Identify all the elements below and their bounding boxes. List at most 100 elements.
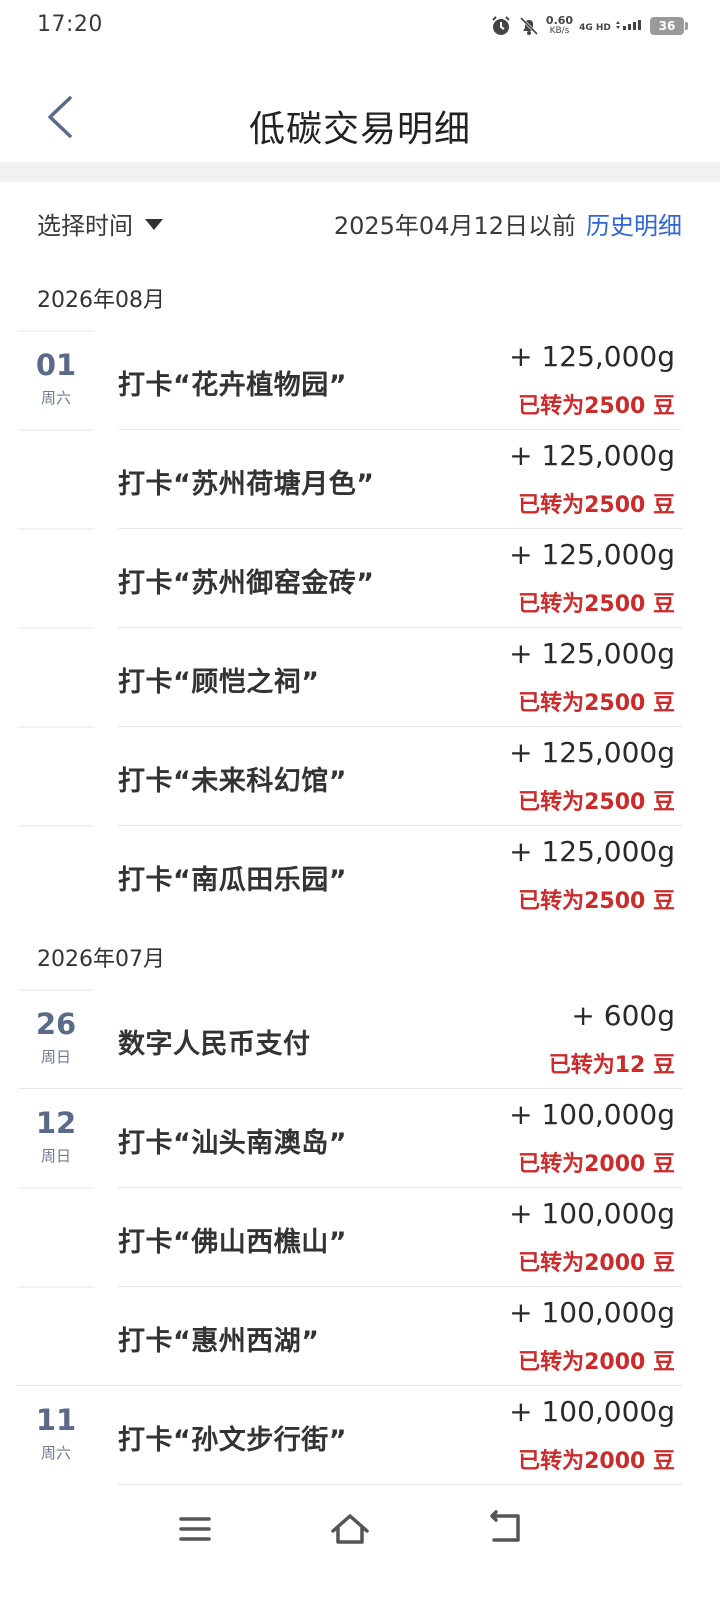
item-converted: 已转为2500 豆 — [518, 394, 675, 419]
alarm-icon — [490, 15, 512, 37]
status-time: 17:20 — [37, 12, 103, 37]
date-note: 2025年04月12日以前 — [333, 212, 576, 240]
menu-button[interactable] — [165, 1504, 225, 1554]
list-item[interactable]: 打卡“未来科幻馆” + 125,000g 已转为2500 豆 — [0, 726, 720, 825]
item-amount: + 100,000g — [509, 1197, 675, 1230]
signal-icon — [616, 19, 641, 30]
item-converted: 已转为2500 豆 — [518, 691, 675, 716]
menu-icon — [179, 1517, 211, 1541]
item-title: 打卡“未来科幻馆” — [118, 766, 347, 797]
item-title: 打卡“汕头南澳岛” — [118, 1128, 347, 1159]
date-column — [18, 1187, 94, 1286]
item-title: 数字人民币支付 — [118, 1029, 311, 1060]
item-title: 打卡“佛山西樵山” — [118, 1227, 347, 1258]
item-title: 打卡“惠州西湖” — [118, 1326, 320, 1357]
weekday: 周六 — [40, 1444, 71, 1462]
date-column — [18, 726, 94, 825]
page-title: 低碳交易明细 — [248, 109, 471, 150]
list-item[interactable]: 打卡“南瓜田乐园” + 125,000g 已转为2500 豆 — [0, 825, 720, 924]
item-amount: + 100,000g — [509, 1098, 675, 1131]
item-amount: + 100,000g — [509, 1296, 675, 1329]
weekday: 周日 — [40, 1147, 71, 1165]
date-column — [18, 1286, 94, 1385]
date-column — [18, 825, 94, 924]
status-icons: 0.60 KB/s 4G HD 36 — [490, 12, 688, 40]
item-title: 打卡“孙文步行街” — [118, 1425, 347, 1456]
item-converted: 已转为2500 豆 — [518, 889, 675, 914]
network-speed: 0.60 KB/s — [545, 14, 574, 36]
history-link[interactable]: 历史明细 — [586, 206, 682, 241]
item-converted: 已转为2000 豆 — [518, 1152, 675, 1177]
item-converted: 已转为2500 豆 — [518, 790, 675, 815]
row-divider — [118, 825, 682, 826]
item-amount: + 125,000g — [509, 538, 675, 571]
item-amount: + 125,000g — [509, 637, 675, 670]
list-item[interactable]: 打卡“惠州西湖” + 100,000g 已转为2000 豆 — [0, 1286, 720, 1385]
row-divider — [118, 627, 682, 628]
mute-bell-icon — [518, 15, 540, 37]
time-select-dropdown[interactable]: 选择时间 — [37, 206, 163, 241]
status-bar: 17:20 0.60 KB/s 4G HD 36 — [0, 0, 720, 56]
list-item[interactable]: 打卡“顾恺之祠” + 125,000g 已转为2500 豆 — [0, 627, 720, 726]
caret-down-icon — [145, 219, 163, 230]
system-nav-bar — [0, 1484, 720, 1612]
battery-icon: 36 — [650, 17, 688, 35]
item-converted: 已转为2000 豆 — [518, 1449, 675, 1474]
day-number: 12 — [35, 1106, 77, 1140]
weekday: 周六 — [40, 389, 71, 407]
row-divider — [118, 726, 682, 727]
date-column — [18, 429, 94, 528]
item-title: 打卡“南瓜田乐园” — [118, 865, 347, 896]
item-title: 打卡“苏州荷塘月色” — [118, 469, 375, 500]
day-number: 11 — [35, 1403, 77, 1437]
list-item[interactable]: 打卡“佛山西樵山” + 100,000g 已转为2000 豆 — [0, 1187, 720, 1286]
header-divider — [0, 162, 720, 182]
date-column — [18, 528, 94, 627]
row-divider — [18, 1385, 682, 1386]
item-amount: + 600g — [571, 999, 675, 1032]
list-item[interactable]: 01 周六 打卡“花卉植物园” + 125,000g 已转为2500 豆 — [0, 330, 720, 429]
network-indicator: 4G HD — [579, 19, 644, 33]
nav-bar: 低碳交易明细 — [0, 56, 720, 162]
filter-info: 2025年04月12日以前 历史明细 — [334, 206, 682, 241]
back-nav-button[interactable] — [476, 1504, 536, 1554]
date-column: 26 周日 — [18, 989, 94, 1088]
row-divider — [18, 1088, 682, 1089]
item-converted: 已转为2000 豆 — [518, 1251, 675, 1276]
list-item[interactable]: 12 周日 打卡“汕头南澳岛” + 100,000g 已转为2000 豆 — [0, 1088, 720, 1187]
item-amount: + 100,000g — [509, 1395, 675, 1428]
list-item[interactable]: 打卡“苏州荷塘月色” + 125,000g 已转为2500 豆 — [0, 429, 720, 528]
month-header: 2026年07月 — [37, 947, 165, 972]
filter-row: 选择时间 2025年04月12日以前 历史明细 — [0, 182, 720, 266]
date-column — [18, 627, 94, 726]
date-column: 12 周日 — [18, 1088, 94, 1187]
item-amount: + 125,000g — [509, 736, 675, 769]
item-amount: + 125,000g — [509, 340, 675, 373]
day-number: 01 — [35, 348, 77, 382]
home-icon — [331, 1514, 369, 1544]
list-item[interactable]: 打卡“苏州御窑金砖” + 125,000g 已转为2500 豆 — [0, 528, 720, 627]
row-divider — [118, 429, 682, 430]
day-number: 26 — [35, 1007, 77, 1041]
item-title: 打卡“顾恺之祠” — [118, 667, 320, 698]
list-item[interactable]: 26 周日 数字人民币支付 + 600g 已转为12 豆 — [0, 989, 720, 1088]
item-amount: + 125,000g — [509, 439, 675, 472]
item-title: 打卡“苏州御窑金砖” — [118, 568, 375, 599]
back-arrow-icon — [490, 1510, 520, 1542]
item-converted: 已转为2500 豆 — [518, 493, 675, 518]
weekday: 周日 — [40, 1048, 71, 1066]
item-converted: 已转为2000 豆 — [518, 1350, 675, 1375]
home-button[interactable] — [320, 1504, 380, 1554]
item-amount: + 125,000g — [509, 835, 675, 868]
row-divider — [118, 1484, 682, 1485]
date-column: 11 周六 — [18, 1385, 94, 1484]
time-select-label: 选择时间 — [37, 212, 133, 240]
row-divider — [118, 1286, 682, 1287]
list-item[interactable]: 11 周六 打卡“孙文步行街” + 100,000g 已转为2000 豆 — [0, 1385, 720, 1484]
month-header: 2026年08月 — [37, 288, 165, 313]
item-title: 打卡“花卉植物园” — [118, 370, 347, 401]
item-converted: 已转为2500 豆 — [518, 592, 675, 617]
row-divider — [118, 1187, 682, 1188]
row-divider — [118, 528, 682, 529]
item-converted: 已转为12 豆 — [548, 1053, 675, 1078]
